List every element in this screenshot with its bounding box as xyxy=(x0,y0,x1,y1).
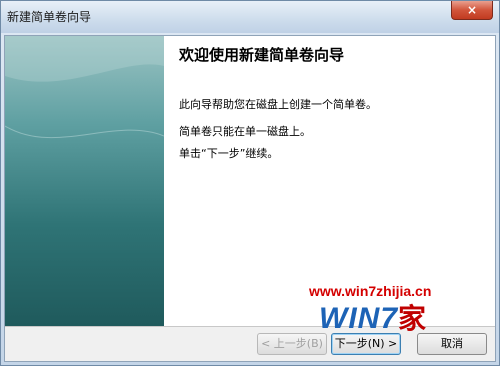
wizard-info-text: 简单卷只能在单一磁盘上。 xyxy=(179,125,311,138)
watermark-logo-text: WIN7 xyxy=(319,302,398,335)
window-title: 新建简单卷向导 xyxy=(7,10,92,24)
close-button[interactable]: × xyxy=(451,1,493,20)
wizard-window: 新建简单卷向导 × 欢迎使用新建简单卷向导 此向导帮助您在磁盘上创建一个简单卷。… xyxy=(0,0,500,366)
back-button[interactable]: < 上一步(B) xyxy=(257,333,327,355)
banner-decoration xyxy=(5,36,164,139)
wizard-side-banner xyxy=(5,36,164,326)
watermark-logo: WIN7家 xyxy=(319,297,427,337)
wizard-intro-text: 此向导帮助您在磁盘上创建一个简单卷。 xyxy=(179,98,377,111)
wizard-instruction-text: 单击“下一步”继续。 xyxy=(179,147,279,160)
watermark-logo-suffix: 家 xyxy=(398,303,428,334)
cancel-button[interactable]: 取消 xyxy=(417,333,487,355)
title-bar[interactable]: 新建简单卷向导 × xyxy=(1,1,499,33)
close-icon: × xyxy=(466,3,478,17)
wizard-heading: 欢迎使用新建简单卷向导 xyxy=(179,46,345,64)
